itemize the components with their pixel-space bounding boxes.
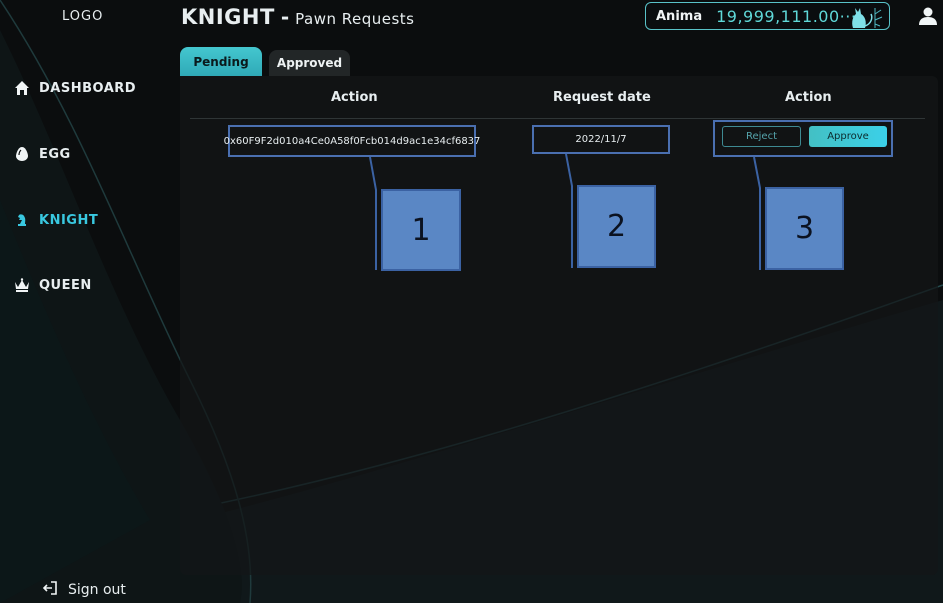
annotation-marker-2: 2 <box>577 185 656 268</box>
annotation-marker-3: 3 <box>765 187 844 270</box>
annotation-marker-1: 1 <box>381 189 461 271</box>
annotation-connectors <box>369 153 761 270</box>
